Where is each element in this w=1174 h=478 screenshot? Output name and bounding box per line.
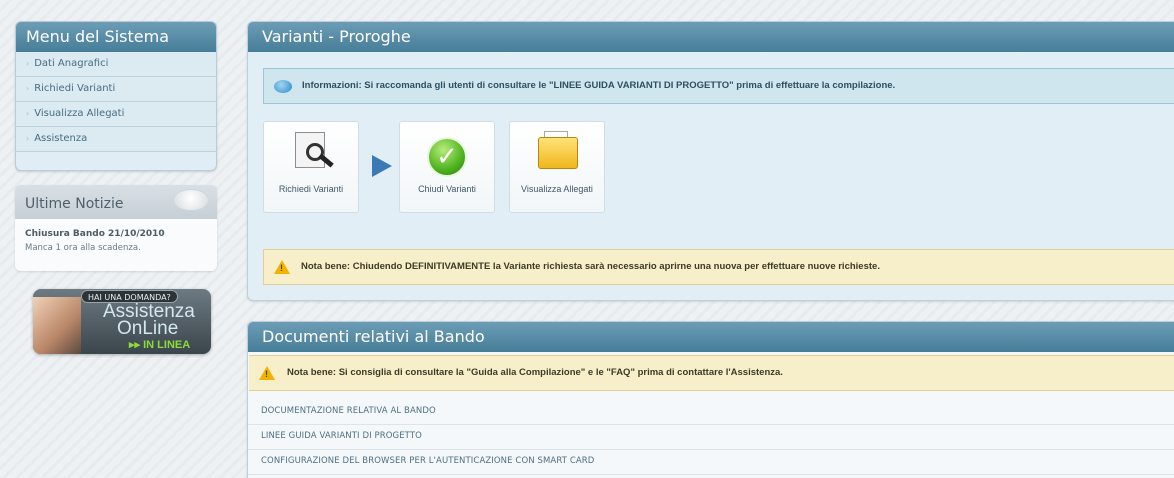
chevron-right-icon: › — [26, 84, 30, 93]
news-item-text: Manca 1 ora alla scadenza. — [25, 243, 141, 253]
news-item-title: Chiusura Bando 21/10/2010 — [25, 229, 165, 239]
documenti-warning-text: Nota bene: Si consiglia di consultare la… — [287, 367, 783, 378]
tile-richiedi-varianti[interactable]: Richiedi Varianti — [263, 121, 359, 213]
tile-label: Chiudi Varianti — [418, 184, 476, 194]
assist-status: ▸▸ IN LINEA — [129, 338, 190, 351]
document-list: DOCUMENTAZIONE RELATIVA AL BANDO LINEE G… — [248, 400, 1174, 475]
menu-item-label: Visualizza Allegati — [34, 108, 125, 119]
magnifier-document-icon — [295, 132, 325, 168]
assist-status-label: IN LINEA — [143, 339, 191, 351]
news-title: Ultime Notizie — [25, 196, 124, 212]
folder-icon — [538, 137, 578, 169]
warning-icon — [259, 366, 275, 380]
tile-label: Richiedi Varianti — [278, 184, 344, 194]
chevron-right-icon: › — [26, 109, 30, 118]
menu-item-label: Richiedi Varianti — [34, 83, 116, 94]
documenti-warning: Nota bene: Si consiglia di consultare la… — [249, 355, 1174, 391]
system-menu: Menu del Sistema › Dati Anagrafici › Richi… — [15, 21, 217, 171]
news-box: Ultime Notizie Chiusura Bando 21/10/2010… — [15, 185, 217, 271]
info-bubble-icon — [274, 80, 292, 93]
check-icon: ✓ — [427, 137, 467, 177]
menu-item-dati-anagrafici[interactable]: › Dati Anagrafici — [16, 52, 216, 77]
varianti-panel: Varianti - Proroghe Informazioni: Si rac… — [247, 21, 1174, 301]
news-header: Ultime Notizie — [15, 185, 217, 219]
menu-item-richiedi-varianti[interactable]: › Richiedi Varianti — [16, 77, 216, 102]
warning-icon — [274, 260, 290, 274]
tile-visualizza-allegati[interactable]: Visualizza Allegati — [509, 121, 605, 213]
info-message: Informazioni: Si raccomanda gli utenti d… — [263, 68, 1174, 104]
system-menu-list: › Dati Anagrafici › Richiedi Varianti › Vis… — [16, 52, 216, 152]
warning-message-text: Nota bene: Chiudendo DEFINITIVAMENTE la … — [301, 261, 880, 272]
menu-item-label: Dati Anagrafici — [34, 58, 109, 69]
menu-item-assistenza[interactable]: › Assistenza — [16, 127, 216, 152]
menu-item-visualizza-allegati[interactable]: › Visualizza Allegati — [16, 102, 216, 127]
arrow-right-icon — [372, 155, 392, 177]
documenti-panel-title: Documenti relativi al Bando — [248, 322, 1174, 352]
news-item[interactable]: Chiusura Bando 21/10/2010 Manca 1 ora al… — [15, 219, 217, 271]
play-icon: ▸▸ — [129, 339, 141, 351]
tile-chiudi-varianti[interactable]: ✓ Chiudi Varianti — [399, 121, 495, 213]
chevron-right-icon: › — [26, 134, 30, 143]
tile-label: Visualizza Allegati — [521, 184, 593, 194]
assistenza-online-banner[interactable]: HAI UNA DOMANDA? Assistenza OnLine ▸▸ IN… — [33, 289, 211, 354]
operator-avatar — [33, 297, 81, 354]
system-menu-title: Menu del Sistema — [16, 22, 216, 52]
documenti-panel: Documenti relativi al Bando Nota bene: S… — [247, 321, 1174, 478]
warning-message: Nota bene: Chiudendo DEFINITIVAMENTE la … — [263, 249, 1174, 285]
chevron-right-icon: › — [26, 59, 30, 68]
varianti-panel-title: Varianti - Proroghe — [248, 22, 1174, 52]
speech-bubble-icon — [173, 189, 209, 211]
document-link[interactable]: DOCUMENTAZIONE RELATIVA AL BANDO — [248, 400, 1174, 425]
menu-item-label: Assistenza — [34, 133, 88, 144]
info-message-text: Informazioni: Si raccomanda gli utenti d… — [302, 80, 896, 91]
document-link[interactable]: CONFIGURAZIONE DEL BROWSER PER L'AUTENTI… — [248, 450, 1174, 475]
document-link[interactable]: LINEE GUIDA VARIANTI DI PROGETTO — [248, 425, 1174, 450]
assist-title-line2: OnLine — [117, 318, 179, 339]
